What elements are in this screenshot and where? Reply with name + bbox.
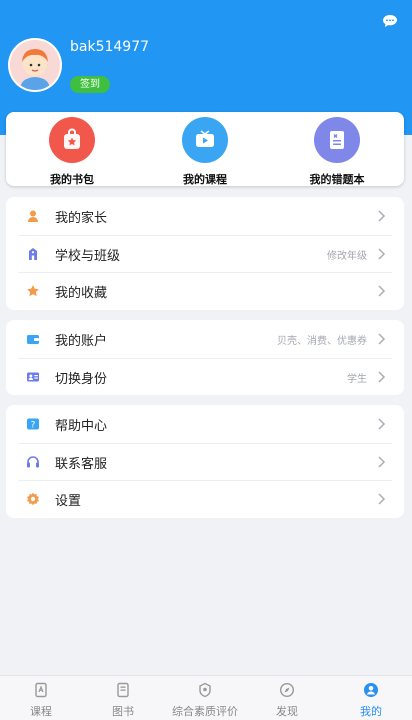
menu-item-switch-identity[interactable]: 切换身份 学生 <box>6 357 404 396</box>
evaluation-tab-icon <box>199 682 211 698</box>
tab-label: 综合素质评价 <box>172 705 238 718</box>
message-icon[interactable] <box>382 14 398 28</box>
schoolbag-icon <box>49 117 95 163</box>
chevron-right-icon <box>378 370 386 383</box>
menu-group-family: 我的家长 学校与班级 修改年级 我的收藏 <box>6 197 404 310</box>
signin-button[interactable]: 签到 <box>70 76 110 93</box>
tab-label: 我的 <box>360 705 382 718</box>
username: bak514977 <box>70 39 150 55</box>
menu-item-label: 学校与班级 <box>55 248 121 264</box>
menu-item-label: 联系客服 <box>55 456 108 472</box>
menu-item-hint: 学生 <box>347 373 367 385</box>
notebook-icon <box>314 117 360 163</box>
wallet-icon <box>27 335 39 344</box>
menu-item-parent[interactable]: 我的家长 <box>6 197 404 235</box>
quick-action-label: 我的书包 <box>50 173 94 186</box>
menu-item-label: 设置 <box>55 494 82 509</box>
tab-course[interactable]: 课程 <box>0 676 82 720</box>
parent-icon <box>28 210 38 222</box>
avatar-illustration <box>10 40 60 90</box>
menu-item-label: 帮助中心 <box>55 419 108 434</box>
chevron-right-icon <box>378 493 386 505</box>
discover-tab-icon <box>279 682 295 698</box>
tab-evaluation[interactable]: 综合素质评价 <box>164 676 246 720</box>
quick-action-label: 我的错题本 <box>309 173 365 186</box>
bottom-tab-bar: 课程 图书 综合素质评价 发现 我的 <box>0 675 412 720</box>
tab-me[interactable]: 我的 <box>330 676 412 720</box>
help-icon: ? <box>27 418 39 431</box>
headset-icon <box>27 455 39 467</box>
tab-label: 发现 <box>276 705 298 718</box>
quick-action-label: 我的课程 <box>183 173 227 186</box>
tab-discover[interactable]: 发现 <box>246 676 328 720</box>
chevron-right-icon <box>378 455 386 468</box>
menu-item-favorites[interactable]: 我的收藏 <box>6 272 404 310</box>
menu-item-settings[interactable]: 设置 <box>6 480 404 518</box>
menu-item-label: 我的收藏 <box>55 286 108 301</box>
quick-action-schoolbag[interactable]: 我的书包 <box>22 117 122 187</box>
menu-item-hint: 贝壳、消费、优惠券 <box>277 336 367 347</box>
svg-text:?: ? <box>31 421 36 431</box>
tv-course-icon <box>182 117 228 163</box>
menu-item-help[interactable]: ? 帮助中心 <box>6 405 404 443</box>
chevron-right-icon <box>378 418 386 430</box>
menu-item-hint: 修改年级 <box>327 250 367 262</box>
menu-group-support: ? 帮助中心 联系客服 设置 <box>6 405 404 518</box>
menu-item-customer-service[interactable]: 联系客服 <box>6 442 404 481</box>
chevron-right-icon <box>378 285 386 297</box>
quick-action-notebook[interactable]: 我的错题本 <box>287 117 387 187</box>
chevron-right-icon <box>378 210 386 222</box>
avatar[interactable] <box>8 38 62 92</box>
quick-actions-card: 我的书包 我的课程 我的错题本 <box>6 112 404 186</box>
chevron-right-icon <box>378 247 386 260</box>
menu-item-account[interactable]: 我的账户 贝壳、消费、优惠券 <box>6 320 404 358</box>
menu-group-account: 我的账户 贝壳、消费、优惠券 切换身份 学生 <box>6 320 404 395</box>
course-tab-icon <box>35 682 47 698</box>
me-tab-icon <box>364 683 378 697</box>
menu-item-school[interactable]: 学校与班级 修改年级 <box>6 234 404 273</box>
menu-item-label: 我的家长 <box>55 211 108 226</box>
chevron-right-icon <box>378 333 386 345</box>
school-icon <box>29 247 37 260</box>
quick-action-course[interactable]: 我的课程 <box>155 117 255 187</box>
id-card-icon <box>27 372 39 381</box>
tab-label: 图书 <box>112 705 134 718</box>
tab-label: 课程 <box>30 705 52 718</box>
menu-item-label: 我的账户 <box>55 334 108 349</box>
menu-item-label: 切换身份 <box>55 371 108 387</box>
favorite-icon <box>27 285 39 297</box>
book-tab-icon <box>117 682 129 698</box>
settings-icon <box>27 492 39 506</box>
tab-books[interactable]: 图书 <box>82 676 164 720</box>
